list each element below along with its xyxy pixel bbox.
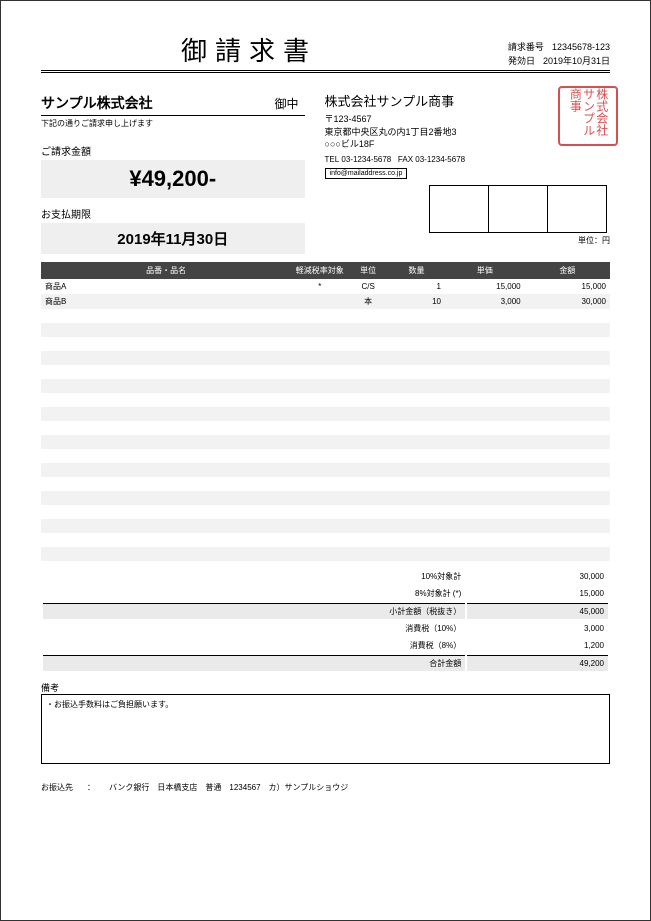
table-row [41,365,610,379]
remarks-box: ・お振込手数料はご負担願います。 [41,694,610,764]
table-row: 商品B本103,00030,000 [41,294,610,309]
table-row [41,407,610,421]
amount-label: ご請求金額 [41,143,305,158]
table-row [41,491,610,505]
table-row [41,337,610,351]
total-label: 合計金額 [43,655,465,671]
items-table: 品番・品名 軽減税率対象 単位 数量 単価 金額 商品A*C/S115,0001… [41,262,610,561]
sender-column: 株式会社サンプル商事 株式会社サンプル商事 〒123-4567 東京都中央区丸の… [325,91,610,254]
document-title: 御請求書 [181,31,317,68]
table-row [41,505,610,519]
remarks-label: 備考 [41,681,610,694]
tel: 03-1234-5678 [341,155,391,164]
issue-date-label: 発効日 [508,55,535,69]
table-row [41,463,610,477]
client-column: サンプル株式会社 御中 下記の通りご請求申し上げます ご請求金額 ¥49,200… [41,91,305,254]
table-row [41,323,610,337]
tel-label: TEL [325,155,340,164]
table-row [41,435,610,449]
fax-label: FAX [398,155,413,164]
remarks-text: ・お振込手数料はご負担願います。 [46,700,173,709]
amount-value: ¥49,200- [41,166,305,192]
col-tax: 軽減税率対象 [291,262,348,279]
col-amount: 金額 [525,262,610,279]
tax8: 1,200 [467,638,608,653]
table-row [41,309,610,323]
header: 御請求書 請求番号 12345678-123 発効日 2019年10月31日 [41,31,610,73]
table-row [41,351,610,365]
table-row [41,379,610,393]
subtotal-label: 小計金額（税抜き） [43,603,465,619]
subtotal: 45,000 [467,603,608,619]
deadline-label: お支払期限 [41,206,305,221]
issue-date: 2019年10月31日 [543,55,610,69]
table-row [41,533,610,547]
table-row [41,519,610,533]
table-row [41,547,610,561]
greeting-note: 下記の通りご請求申し上げます [41,118,305,129]
bank-label: お振込先 [41,782,73,793]
col-unit: 単位 [348,262,388,279]
invoice-no: 12345678-123 [552,41,610,55]
bank-sep: ： [87,782,95,793]
deadline-value: 2019年11月30日 [41,228,305,249]
tax10-label: 消費税（10%） [43,621,465,636]
client-name: サンプル株式会社 [41,93,275,113]
total: 49,200 [467,655,608,671]
approval-seal-boxes [430,185,610,233]
col-name: 品番・品名 [41,262,291,279]
sum-10: 30,000 [467,569,608,584]
tax10: 3,000 [467,621,608,636]
bank-text: バンク銀行 日本橋支店 普通 1234567 カ）サンプルショウジ [109,782,348,793]
sender-contact: TEL 03-1234-5678 FAX 03-1234-5678 [325,155,610,164]
upper-section: サンプル株式会社 御中 下記の通りご請求申し上げます ご請求金額 ¥49,200… [41,91,610,254]
fax: 03-1234-5678 [415,155,465,164]
invoice-no-label: 請求番号 [508,41,544,55]
currency-unit-note: 単位：円 [325,235,610,246]
table-row [41,449,610,463]
col-qty: 数量 [388,262,445,279]
table-row [41,421,610,435]
sum-8: 15,000 [467,586,608,601]
sum-10-label: 10%対象計 [43,569,465,584]
table-row [41,477,610,491]
sender-email: info@mailaddress.co.jp [325,168,408,179]
client-suffix: 御中 [275,95,299,112]
meta-block: 請求番号 12345678-123 発効日 2019年10月31日 [508,41,610,68]
tax8-label: 消費税（8%） [43,638,465,653]
summary-table: 10%対象計30,000 8%対象計 (*)15,000 小計金額（税抜き）45… [41,567,610,673]
col-price: 単価 [445,262,525,279]
table-row [41,393,610,407]
sum-8-label: 8%対象計 (*) [43,586,465,601]
bank-info: お振込先 ： バンク銀行 日本橋支店 普通 1234567 カ）サンプルショウジ [41,782,610,793]
table-row: 商品A*C/S115,00015,000 [41,279,610,294]
company-seal-icon: 株式会社サンプル商事 [558,86,618,146]
